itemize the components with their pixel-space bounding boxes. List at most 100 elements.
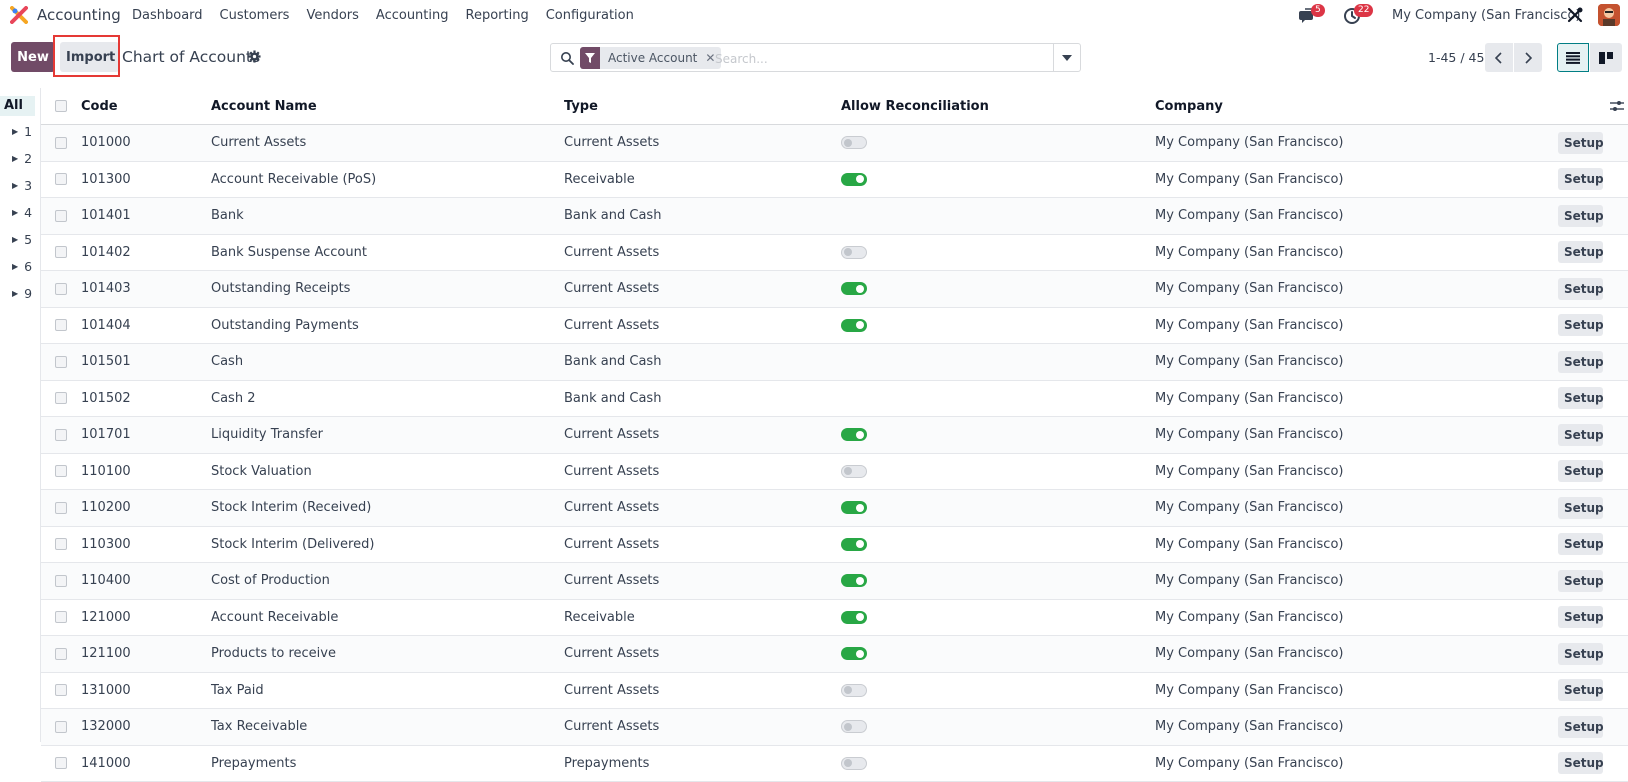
setup-button[interactable]: Setup bbox=[1558, 460, 1603, 482]
table-row[interactable]: 101402 Bank Suspense Account Current Ass… bbox=[41, 235, 1628, 272]
setup-button[interactable]: Setup bbox=[1558, 533, 1603, 555]
table-row[interactable]: 101502 Cash 2 Bank and Cash My Company (… bbox=[41, 381, 1628, 418]
column-header-name[interactable]: Account Name bbox=[211, 88, 317, 124]
reconciliation-toggle[interactable] bbox=[841, 319, 867, 332]
setup-button[interactable]: Setup bbox=[1558, 387, 1603, 409]
reconciliation-toggle[interactable] bbox=[841, 173, 867, 186]
side-item-all[interactable]: All bbox=[0, 96, 35, 116]
reconciliation-toggle[interactable] bbox=[841, 720, 867, 733]
side-item-group-5[interactable]: ▶5 bbox=[12, 232, 32, 247]
search-input[interactable] bbox=[713, 48, 1037, 70]
setup-button[interactable]: Setup bbox=[1558, 132, 1603, 154]
setup-button[interactable]: Setup bbox=[1558, 241, 1603, 263]
setup-button[interactable]: Setup bbox=[1558, 497, 1603, 519]
setup-button[interactable]: Setup bbox=[1558, 205, 1603, 227]
reconciliation-toggle[interactable] bbox=[841, 684, 867, 697]
list-view-button[interactable] bbox=[1557, 43, 1589, 72]
table-row[interactable]: 121000 Account Receivable Receivable My … bbox=[41, 600, 1628, 637]
row-checkbox[interactable] bbox=[55, 210, 67, 222]
reconciliation-toggle[interactable] bbox=[841, 246, 867, 259]
search-options-toggle[interactable] bbox=[1053, 44, 1080, 71]
reconciliation-toggle[interactable] bbox=[841, 538, 867, 551]
row-checkbox[interactable] bbox=[55, 319, 67, 331]
app-name[interactable]: Accounting bbox=[37, 6, 121, 24]
reconciliation-toggle[interactable] bbox=[841, 282, 867, 295]
table-row[interactable]: 101401 Bank Bank and Cash My Company (Sa… bbox=[41, 198, 1628, 235]
table-row[interactable]: 110300 Stock Interim (Delivered) Current… bbox=[41, 527, 1628, 564]
row-checkbox[interactable] bbox=[55, 392, 67, 404]
row-checkbox[interactable] bbox=[55, 757, 67, 769]
reconciliation-toggle[interactable] bbox=[841, 136, 867, 149]
table-row[interactable]: 101000 Current Assets Current Assets My … bbox=[41, 125, 1628, 162]
reconciliation-toggle[interactable] bbox=[841, 428, 867, 441]
company-switcher[interactable]: My Company (San Francisco) bbox=[1392, 8, 1580, 23]
setup-button[interactable]: Setup bbox=[1558, 752, 1603, 774]
row-checkbox[interactable] bbox=[55, 356, 67, 368]
new-button[interactable]: New bbox=[11, 42, 55, 72]
table-row[interactable]: 101701 Liquidity Transfer Current Assets… bbox=[41, 417, 1628, 454]
accounting-app-icon[interactable] bbox=[10, 6, 28, 24]
row-checkbox[interactable] bbox=[55, 173, 67, 185]
setup-button[interactable]: Setup bbox=[1558, 424, 1603, 446]
optional-columns-icon[interactable] bbox=[1610, 99, 1624, 113]
menu-configuration[interactable]: Configuration bbox=[546, 8, 634, 23]
row-checkbox[interactable] bbox=[55, 721, 67, 733]
table-row[interactable]: 110200 Stock Interim (Received) Current … bbox=[41, 490, 1628, 527]
side-item-group-3[interactable]: ▶3 bbox=[12, 178, 32, 193]
table-row[interactable]: 132000 Tax Receivable Current Assets My … bbox=[41, 709, 1628, 746]
row-checkbox[interactable] bbox=[55, 684, 67, 696]
row-checkbox[interactable] bbox=[55, 648, 67, 660]
column-header-type[interactable]: Type bbox=[564, 88, 598, 124]
column-header-company[interactable]: Company bbox=[1155, 88, 1223, 124]
menu-dashboard[interactable]: Dashboard bbox=[132, 8, 203, 23]
table-row[interactable]: 131000 Tax Paid Current Assets My Compan… bbox=[41, 673, 1628, 710]
row-checkbox[interactable] bbox=[55, 538, 67, 550]
row-checkbox[interactable] bbox=[55, 283, 67, 295]
table-row[interactable]: 110400 Cost of Production Current Assets… bbox=[41, 563, 1628, 600]
row-checkbox[interactable] bbox=[55, 429, 67, 441]
menu-reporting[interactable]: Reporting bbox=[466, 8, 529, 23]
side-item-group-4[interactable]: ▶4 bbox=[12, 205, 32, 220]
column-header-reconciliation[interactable]: Allow Reconciliation bbox=[841, 88, 989, 124]
reconciliation-toggle[interactable] bbox=[841, 574, 867, 587]
setup-button[interactable]: Setup bbox=[1558, 643, 1603, 665]
setup-button[interactable]: Setup bbox=[1558, 168, 1603, 190]
table-row[interactable]: 101403 Outstanding Receipts Current Asse… bbox=[41, 271, 1628, 308]
menu-customers[interactable]: Customers bbox=[220, 8, 290, 23]
reconciliation-toggle[interactable] bbox=[841, 757, 867, 770]
debug-tools-icon[interactable] bbox=[1566, 6, 1584, 24]
reconciliation-toggle[interactable] bbox=[841, 465, 867, 478]
side-item-group-2[interactable]: ▶2 bbox=[12, 151, 32, 166]
setup-button[interactable]: Setup bbox=[1558, 570, 1603, 592]
setup-button[interactable]: Setup bbox=[1558, 278, 1603, 300]
row-checkbox[interactable] bbox=[55, 575, 67, 587]
select-all-checkbox[interactable] bbox=[55, 100, 67, 112]
reconciliation-toggle[interactable] bbox=[841, 611, 867, 624]
reconciliation-toggle[interactable] bbox=[841, 501, 867, 514]
table-row[interactable]: 110100 Stock Valuation Current Assets My… bbox=[41, 454, 1628, 491]
table-row[interactable]: 101501 Cash Bank and Cash My Company (Sa… bbox=[41, 344, 1628, 381]
pager-next-button[interactable] bbox=[1514, 43, 1542, 72]
pager-previous-button[interactable] bbox=[1485, 43, 1513, 72]
table-row[interactable]: 101300 Account Receivable (PoS) Receivab… bbox=[41, 162, 1628, 199]
table-row[interactable]: 141000 Prepayments Prepayments My Compan… bbox=[41, 746, 1628, 782]
search-icon[interactable] bbox=[560, 51, 574, 65]
menu-accounting[interactable]: Accounting bbox=[376, 8, 449, 23]
kanban-view-button[interactable] bbox=[1590, 43, 1622, 72]
pager-value[interactable]: 1-45 / 45 bbox=[1428, 50, 1484, 65]
setup-button[interactable]: Setup bbox=[1558, 679, 1603, 701]
search-bar[interactable]: Active Account ✕ bbox=[550, 43, 1081, 72]
menu-vendors[interactable]: Vendors bbox=[306, 8, 358, 23]
table-row[interactable]: 101404 Outstanding Payments Current Asse… bbox=[41, 308, 1628, 345]
row-checkbox[interactable] bbox=[55, 465, 67, 477]
column-header-code[interactable]: Code bbox=[81, 88, 118, 124]
row-checkbox[interactable] bbox=[55, 246, 67, 258]
row-checkbox[interactable] bbox=[55, 137, 67, 149]
setup-button[interactable]: Setup bbox=[1558, 716, 1603, 738]
user-avatar[interactable] bbox=[1598, 4, 1620, 26]
side-item-group-9[interactable]: ▶9 bbox=[12, 286, 32, 301]
setup-button[interactable]: Setup bbox=[1558, 314, 1603, 336]
setup-button[interactable]: Setup bbox=[1558, 606, 1603, 628]
table-row[interactable]: 121100 Products to receive Current Asset… bbox=[41, 636, 1628, 673]
side-item-group-6[interactable]: ▶6 bbox=[12, 259, 32, 274]
